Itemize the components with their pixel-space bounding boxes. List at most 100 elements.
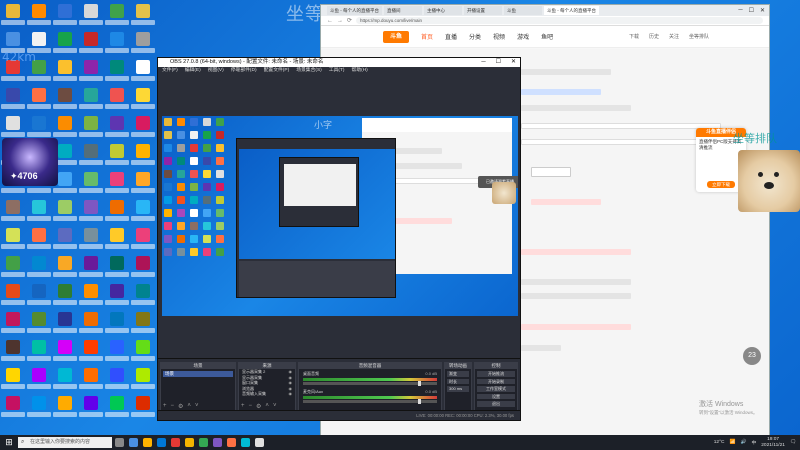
desktop-shortcut-icon[interactable] (105, 394, 129, 420)
down-icon[interactable]: ˅ (273, 403, 277, 410)
visibility-icon[interactable]: ◉ (289, 391, 293, 397)
obs-control-button[interactable]: 退出 (477, 401, 515, 407)
desktop-shortcut-icon[interactable] (1, 394, 25, 420)
desktop-shortcut-icon[interactable] (53, 86, 77, 112)
desktop-shortcut-icon[interactable] (79, 198, 103, 224)
address-bar[interactable]: https://mp.douyu.com/live/main (356, 17, 763, 24)
minimize-icon[interactable]: ─ (738, 7, 742, 14)
desktop-shortcut-icon[interactable] (79, 310, 103, 336)
volume-icon[interactable]: 🔊 (740, 440, 746, 445)
desktop-shortcut-icon[interactable] (1, 254, 25, 280)
desktop-shortcut-icon[interactable] (53, 338, 77, 364)
desktop-shortcut-icon[interactable] (53, 30, 77, 56)
taskbar-app-icon[interactable] (238, 435, 252, 450)
desktop-shortcut-icon[interactable] (1, 282, 25, 308)
obs-control-button[interactable]: 工作室模式 (477, 386, 515, 392)
taskbar-app-icon[interactable] (126, 435, 140, 450)
add-icon[interactable]: + (163, 403, 167, 410)
nav-video[interactable]: 视频 (493, 32, 505, 41)
desktop-shortcut-icon[interactable] (131, 170, 155, 196)
desktop-shortcut-icon[interactable] (53, 2, 77, 28)
desktop-shortcut-icon[interactable] (131, 2, 155, 28)
desktop-shortcut-icon[interactable] (1, 338, 25, 364)
start-button[interactable]: ⊞ (0, 435, 18, 450)
desktop-shortcut-icon[interactable] (131, 30, 155, 56)
minimize-icon[interactable]: ─ (481, 58, 485, 67)
desktop-shortcut-icon[interactable] (53, 226, 77, 252)
obs-control-button[interactable]: 开始录制 (477, 378, 515, 384)
close-icon[interactable]: ✕ (511, 58, 516, 67)
volume-slider[interactable] (303, 399, 437, 404)
browser-tab[interactable]: 主播中心 (424, 6, 462, 15)
desktop-shortcut-icon[interactable] (105, 338, 129, 364)
weather[interactable]: 12°C (714, 440, 725, 445)
nav-game[interactable]: 游戏 (517, 32, 529, 41)
nav-category[interactable]: 分类 (469, 32, 481, 41)
up-icon[interactable]: ˄ (187, 403, 191, 410)
desktop-shortcut-icon[interactable] (79, 366, 103, 392)
desktop-shortcut-icon[interactable] (131, 282, 155, 308)
taskbar-app-icon[interactable] (224, 435, 238, 450)
desktop-shortcut-icon[interactable] (79, 142, 103, 168)
desktop-shortcut-icon[interactable] (79, 30, 103, 56)
desktop-shortcut-icon[interactable] (105, 86, 129, 112)
desktop-shortcut-icon[interactable] (105, 198, 129, 224)
desktop-shortcut-icon[interactable] (79, 282, 103, 308)
taskbar-app-icon[interactable] (196, 435, 210, 450)
browser-tab[interactable]: 斗鱼 - 每个人的直播平台 (327, 6, 382, 15)
obs-menu-item[interactable]: 视图(V) (208, 67, 224, 75)
desktop-shortcut-icon[interactable] (1, 198, 25, 224)
nav-home[interactable]: 首页 (421, 32, 433, 41)
desktop-shortcut-icon[interactable] (79, 86, 103, 112)
desktop-shortcut-icon[interactable] (79, 394, 103, 420)
desktop-shortcut-icon[interactable] (27, 310, 51, 336)
viewer-count-badge[interactable]: 23 (743, 347, 761, 365)
desktop-shortcut-icon[interactable] (131, 310, 155, 336)
volume-knob[interactable] (418, 381, 422, 386)
obs-control-button[interactable]: 开始推流 (477, 371, 515, 377)
desktop-shortcut-icon[interactable] (131, 254, 155, 280)
desktop-shortcut-icon[interactable] (53, 366, 77, 392)
desktop-shortcut-icon[interactable] (79, 226, 103, 252)
desktop-shortcut-icon[interactable] (131, 114, 155, 140)
desktop-shortcut-icon[interactable] (79, 254, 103, 280)
taskbar-app-icon[interactable] (112, 435, 126, 450)
desktop-shortcut-icon[interactable] (53, 394, 77, 420)
desktop-shortcut-icon[interactable] (79, 58, 103, 84)
obs-preview[interactable]: 小字 已邀请观看直播 (162, 116, 518, 316)
reload-icon[interactable]: ⟳ (347, 17, 352, 24)
desktop-shortcut-icon[interactable] (53, 282, 77, 308)
header-user[interactable]: 坐等排队 (689, 33, 709, 40)
obs-menu-item[interactable]: 文件(F) (162, 67, 178, 75)
desktop-shortcut-icon[interactable] (105, 226, 129, 252)
desktop-shortcut-icon[interactable] (79, 338, 103, 364)
obs-control-button[interactable]: 设置 (477, 393, 515, 399)
desktop-shortcut-icon[interactable] (27, 366, 51, 392)
header-follow[interactable]: 关注 (669, 33, 679, 40)
desktop-shortcut-icon[interactable] (53, 254, 77, 280)
desktop-shortcut-icon[interactable] (53, 114, 77, 140)
desktop-shortcut-icon[interactable] (27, 114, 51, 140)
desktop-shortcut-icon[interactable] (53, 198, 77, 224)
desktop-shortcut-icon[interactable] (27, 86, 51, 112)
remove-icon[interactable]: − (171, 403, 175, 410)
desktop-shortcut-icon[interactable] (53, 310, 77, 336)
settings-icon[interactable]: ⚙ (178, 403, 183, 410)
obs-menu-item[interactable]: 工具(T) (329, 67, 345, 75)
obs-menu-item[interactable]: 帮助(H) (352, 67, 368, 75)
desktop-shortcut-icon[interactable] (105, 254, 129, 280)
source-item[interactable]: 音频输入采集 ◉ (239, 391, 295, 397)
taskbar-app-icon[interactable] (154, 435, 168, 450)
clock[interactable]: 19:07 2021/11/21 (761, 437, 785, 448)
taskbar-search[interactable]: ⌕ 在这里输入你要搜索的内容 (18, 437, 112, 448)
taskbar-app-icon[interactable] (140, 435, 154, 450)
desktop-shortcut-icon[interactable] (79, 2, 103, 28)
desktop-shortcut-icon[interactable] (131, 86, 155, 112)
taskbar-app-icon[interactable] (210, 435, 224, 450)
desktop-shortcut-icon[interactable] (105, 310, 129, 336)
desktop-shortcut-icon[interactable] (27, 338, 51, 364)
header-history[interactable]: 历史 (649, 33, 659, 40)
header-download[interactable]: 下载 (629, 33, 639, 40)
scene-item[interactable]: 场景 (163, 371, 233, 377)
maximize-icon[interactable]: ☐ (749, 7, 754, 14)
